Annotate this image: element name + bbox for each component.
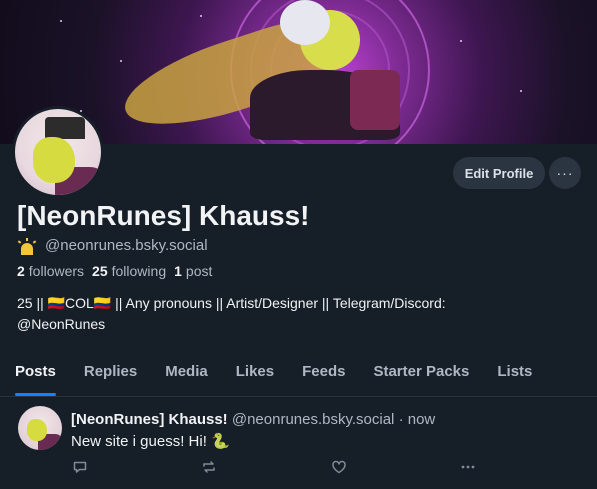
sunrise-icon bbox=[17, 237, 39, 255]
post-actions bbox=[71, 458, 491, 476]
tab-posts[interactable]: Posts bbox=[15, 352, 56, 396]
tab-likes[interactable]: Likes bbox=[236, 352, 274, 396]
profile-display-name: [NeonRunes] Khauss! bbox=[17, 200, 310, 231]
banner-character-hair bbox=[280, 0, 330, 45]
post-header: [NeonRunes] Khauss! @neonrunes.bsky.soci… bbox=[71, 411, 435, 428]
followers-link[interactable]: 2 followers bbox=[17, 263, 84, 279]
reply-icon[interactable] bbox=[71, 458, 89, 476]
bio-mention[interactable]: @NeonRunes bbox=[17, 314, 577, 335]
banner-sash bbox=[350, 70, 400, 130]
tab-replies[interactable]: Replies bbox=[84, 352, 137, 396]
post-author-handle[interactable]: @neonrunes.bsky.social bbox=[232, 411, 395, 428]
post-separator: · bbox=[398, 411, 404, 428]
profile-handle[interactable]: @neonrunes.bsky.social bbox=[45, 237, 208, 254]
feed-post[interactable]: [NeonRunes] Khauss! @neonrunes.bsky.soci… bbox=[0, 397, 597, 489]
tab-feeds[interactable]: Feeds bbox=[302, 352, 345, 396]
tab-media[interactable]: Media bbox=[165, 352, 208, 396]
post-timestamp[interactable]: now bbox=[408, 411, 436, 428]
tab-starter-packs[interactable]: Starter Packs bbox=[373, 352, 469, 396]
bio-line: 25 || 🇨🇴COL🇨🇴 || Any pronouns || Artist/… bbox=[17, 295, 446, 311]
handle-row: @neonrunes.bsky.social bbox=[17, 237, 208, 255]
more-icon: ··· bbox=[556, 165, 574, 181]
profile-tabs: Posts Replies Media Likes Feeds Starter … bbox=[0, 352, 597, 397]
banner-star bbox=[460, 40, 462, 42]
posts-count: 1 post bbox=[174, 263, 213, 279]
following-link[interactable]: 25 following bbox=[92, 263, 166, 279]
post-text: New site i guess! Hi! 🐍 bbox=[71, 433, 230, 450]
avatar-face bbox=[33, 137, 75, 183]
post-author-name[interactable]: [NeonRunes] Khauss! bbox=[71, 411, 228, 428]
banner-star bbox=[200, 15, 202, 17]
banner-star bbox=[60, 20, 62, 22]
profile-stats: 2 followers 25 following 1 post bbox=[17, 263, 220, 279]
banner-star bbox=[120, 60, 122, 62]
tab-lists[interactable]: Lists bbox=[497, 352, 532, 396]
more-options-button[interactable]: ··· bbox=[549, 157, 581, 189]
repost-icon[interactable] bbox=[200, 458, 218, 476]
like-icon[interactable] bbox=[330, 458, 348, 476]
avatar-hat bbox=[45, 117, 85, 139]
banner-star bbox=[520, 90, 522, 92]
profile-bio: 25 || 🇨🇴COL🇨🇴 || Any pronouns || Artist/… bbox=[17, 293, 577, 335]
edit-profile-button[interactable]: Edit Profile bbox=[453, 157, 545, 189]
profile-avatar[interactable] bbox=[12, 106, 104, 198]
post-more-icon[interactable] bbox=[459, 458, 477, 476]
post-author-avatar[interactable] bbox=[18, 406, 62, 450]
